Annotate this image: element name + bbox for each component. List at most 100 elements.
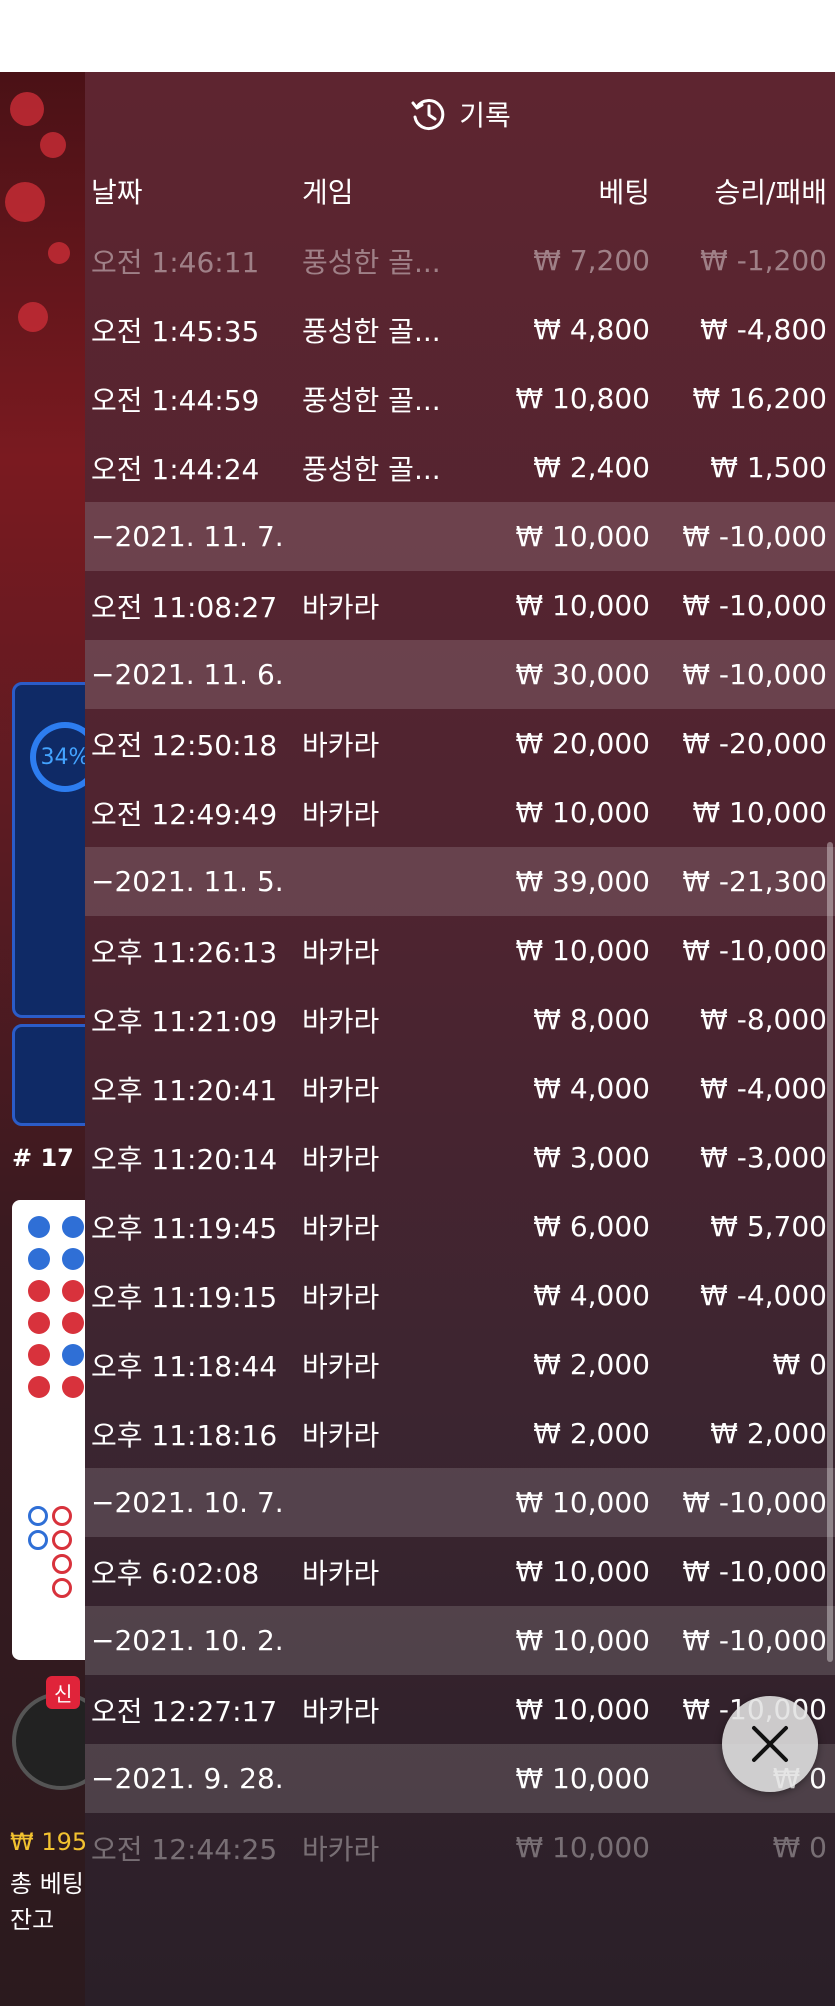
column-result: 승리/패배 bbox=[714, 176, 827, 209]
road-marker bbox=[62, 1280, 84, 1302]
history-row: 오후 11:18:16 바카라 ₩ 2,000 ₩ 2,000 bbox=[85, 1399, 835, 1468]
row-bet: ₩ 6,000 bbox=[533, 1210, 650, 1243]
row-bet: ₩ 20,000 bbox=[515, 727, 650, 760]
road-marker bbox=[62, 1248, 84, 1270]
row-game: 바카라 bbox=[302, 590, 380, 624]
row-result: ₩ -3,000 bbox=[700, 1141, 827, 1174]
row-result: ₩ -10,000 bbox=[682, 520, 827, 553]
row-result: ₩ 2,000 bbox=[710, 1417, 827, 1450]
row-bet: ₩ 10,000 bbox=[515, 796, 650, 829]
row-bet: ₩ 10,000 bbox=[515, 1624, 650, 1657]
row-result: ₩ -20,000 bbox=[682, 727, 827, 760]
row-result: ₩ -4,800 bbox=[700, 313, 827, 346]
blossom-decoration bbox=[5, 182, 45, 222]
road-ring bbox=[28, 1530, 48, 1550]
row-date: 오전 1:45:35 bbox=[91, 314, 260, 348]
close-button[interactable] bbox=[722, 1696, 818, 1792]
row-bet: ₩ 10,000 bbox=[515, 520, 650, 553]
row-game: 바카라 bbox=[302, 1142, 380, 1176]
history-row: 오전 1:46:11 풍성한 골... ₩ 7,200 ₩ -1,200 bbox=[85, 226, 835, 295]
close-icon bbox=[752, 1726, 788, 1762]
road-marker bbox=[28, 1312, 50, 1334]
table-number: # 17 bbox=[12, 1144, 74, 1172]
road-marker bbox=[62, 1312, 84, 1334]
row-date: 오전 1:44:24 bbox=[91, 452, 260, 486]
row-date: 오후 6:02:08 bbox=[91, 1556, 260, 1590]
row-date: 오전 12:27:17 bbox=[91, 1694, 278, 1728]
row-date: 오후 11:20:41 bbox=[91, 1073, 278, 1107]
blossom-decoration bbox=[18, 302, 48, 332]
history-row: 오후 11:19:15 바카라 ₩ 4,000 ₩ -4,000 bbox=[85, 1261, 835, 1330]
history-row: 오전 11:08:27 바카라 ₩ 10,000 ₩ -10,000 bbox=[85, 571, 835, 640]
row-result: ₩ -4,000 bbox=[700, 1279, 827, 1312]
row-date: 오후 11:21:09 bbox=[91, 1004, 278, 1038]
row-date: 오전 12:49:49 bbox=[91, 797, 278, 831]
row-date: −2021. 11. 6. bbox=[91, 658, 284, 691]
row-bet: ₩ 4,000 bbox=[533, 1072, 650, 1105]
road-ring bbox=[52, 1554, 72, 1574]
row-date: 오후 11:19:45 bbox=[91, 1211, 278, 1245]
road-marker bbox=[28, 1376, 50, 1398]
row-result: ₩ 0 bbox=[772, 1348, 827, 1381]
remaining-label: 잔고 bbox=[10, 1906, 55, 1934]
row-result: ₩ 16,200 bbox=[692, 382, 827, 415]
row-result: ₩ -10,000 bbox=[682, 1555, 827, 1588]
row-bet: ₩ 2,400 bbox=[533, 451, 650, 484]
column-date: 날짜 bbox=[91, 176, 143, 209]
row-game: 풍성한 골... bbox=[302, 452, 441, 486]
row-bet: ₩ 8,000 bbox=[533, 1003, 650, 1036]
road-ring bbox=[28, 1506, 48, 1526]
row-bet: ₩ 39,000 bbox=[515, 865, 650, 898]
row-game: 풍성한 골... bbox=[302, 383, 441, 417]
history-row: 오전 1:45:35 풍성한 골... ₩ 4,800 ₩ -4,800 bbox=[85, 295, 835, 364]
history-row: 오전 12:44:25 바카라 ₩ 10,000 ₩ 0 bbox=[85, 1813, 835, 1882]
row-date: 오전 11:08:27 bbox=[91, 590, 278, 624]
row-bet: ₩ 2,000 bbox=[533, 1417, 650, 1450]
row-bet: ₩ 4,800 bbox=[533, 313, 650, 346]
row-date: 오전 12:44:25 bbox=[91, 1832, 278, 1866]
row-date: 오후 11:26:13 bbox=[91, 935, 278, 969]
row-date: 오후 11:18:44 bbox=[91, 1349, 278, 1383]
table-header: 날짜 게임 베팅 승리/패배 bbox=[85, 156, 835, 226]
history-header: 기록 bbox=[85, 72, 835, 156]
row-bet: ₩ 10,000 bbox=[515, 1555, 650, 1588]
date-group-row[interactable]: −2021. 11. 7. ₩ 10,000 ₩ -10,000 bbox=[85, 502, 835, 571]
blossom-decoration bbox=[40, 132, 66, 158]
row-game: 바카라 bbox=[302, 728, 380, 762]
history-row: 오후 11:21:09 바카라 ₩ 8,000 ₩ -8,000 bbox=[85, 985, 835, 1054]
road-marker bbox=[62, 1344, 84, 1366]
row-date: 오전 12:50:18 bbox=[91, 728, 278, 762]
row-result: ₩ -10,000 bbox=[682, 1486, 827, 1519]
scrollbar[interactable] bbox=[827, 842, 833, 1662]
history-row: 오후 11:26:13 바카라 ₩ 10,000 ₩ -10,000 bbox=[85, 916, 835, 985]
history-row: 오전 12:50:18 바카라 ₩ 20,000 ₩ -20,000 bbox=[85, 709, 835, 778]
row-game: 바카라 bbox=[302, 1556, 380, 1590]
row-game: 바카라 bbox=[302, 797, 380, 831]
date-group-row[interactable]: −2021. 11. 5. ₩ 39,000 ₩ -21,300 bbox=[85, 847, 835, 916]
history-clock-icon bbox=[409, 95, 447, 133]
row-bet: ₩ 3,000 bbox=[533, 1141, 650, 1174]
row-bet: ₩ 10,000 bbox=[515, 1762, 650, 1795]
row-date: 오후 11:20:14 bbox=[91, 1142, 278, 1176]
total-bet-label: 총 베팅 bbox=[10, 1870, 84, 1898]
date-group-row[interactable]: −2021. 11. 6. ₩ 30,000 ₩ -10,000 bbox=[85, 640, 835, 709]
row-date: −2021. 9. 28. bbox=[91, 1762, 284, 1795]
row-result: ₩ -10,000 bbox=[682, 934, 827, 967]
row-bet: ₩ 2,000 bbox=[533, 1348, 650, 1381]
row-bet: ₩ 30,000 bbox=[515, 658, 650, 691]
row-game: 바카라 bbox=[302, 1211, 380, 1245]
history-list[interactable]: 오전 1:46:11 풍성한 골... ₩ 7,200 ₩ -1,200 오전 1:45… bbox=[85, 226, 835, 1882]
row-game: 바카라 bbox=[302, 1832, 380, 1866]
road-ring bbox=[52, 1530, 72, 1550]
blossom-decoration bbox=[48, 242, 70, 264]
road-marker bbox=[28, 1216, 50, 1238]
history-row: 오후 11:20:14 바카라 ₩ 3,000 ₩ -3,000 bbox=[85, 1123, 835, 1192]
row-bet: ₩ 7,200 bbox=[533, 244, 650, 277]
history-row: 오전 12:49:49 바카라 ₩ 10,000 ₩ 10,000 bbox=[85, 778, 835, 847]
balance-amount: ₩ 195 bbox=[10, 1828, 88, 1856]
history-title: 기록 bbox=[459, 99, 511, 132]
date-group-row[interactable]: −2021. 10. 2. ₩ 10,000 ₩ -10,000 bbox=[85, 1606, 835, 1675]
row-game: 바카라 bbox=[302, 935, 380, 969]
date-group-row[interactable]: −2021. 10. 7. ₩ 10,000 ₩ -10,000 bbox=[85, 1468, 835, 1537]
road-marker bbox=[28, 1280, 50, 1302]
